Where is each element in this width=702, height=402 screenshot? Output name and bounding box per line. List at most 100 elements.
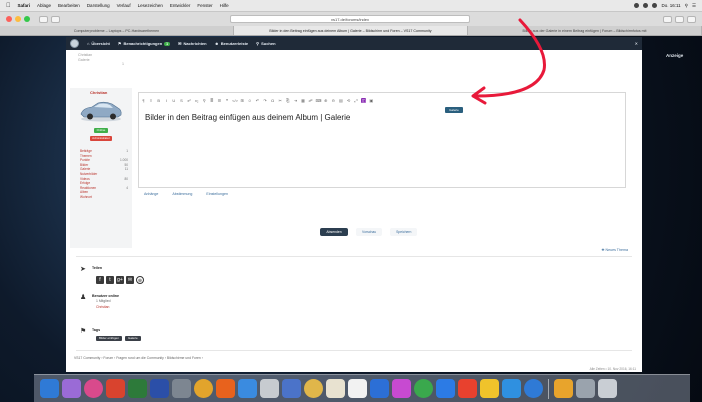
editor-tool-button[interactable]: ▤ (338, 98, 343, 103)
editor-tool-button[interactable]: ≡ (149, 98, 154, 103)
editor-tool-button[interactable]: U (171, 98, 176, 103)
dock-app-icon[interactable] (282, 379, 301, 398)
wifi-icon[interactable] (643, 3, 649, 8)
editor-tool-button[interactable]: ↷ (263, 98, 268, 103)
nav-userbar[interactable]: ☻ Benutzerleiste (215, 41, 249, 46)
dock-app-icon[interactable] (598, 379, 617, 398)
google-plus-icon[interactable]: g+ (116, 276, 124, 284)
dock-app-icon[interactable] (304, 379, 323, 398)
nav-notifications[interactable]: ⚑ Benachrichtigungen 1 (118, 41, 171, 46)
back-button[interactable] (39, 15, 48, 23)
tab-attachments[interactable]: Anhänge (144, 192, 158, 196)
dock-app-icon[interactable] (172, 379, 191, 398)
editor-tool-button[interactable]: ▦ (300, 98, 305, 103)
dock-app-icon[interactable] (62, 379, 81, 398)
browser-tab-active[interactable]: Bilder in den Beitrag einfügen aus deine… (234, 26, 468, 35)
dock-app-icon[interactable] (40, 379, 59, 398)
dock-app-icon[interactable] (326, 379, 345, 398)
editor-tool-button[interactable]: ☍ (308, 98, 313, 103)
facebook-icon[interactable]: f (96, 276, 104, 284)
dock-app-icon[interactable] (238, 379, 257, 398)
gallery-insert-button[interactable]: ◫ (361, 97, 367, 103)
tab-settings[interactable]: Einstellungen (206, 192, 228, 196)
dock-app-icon[interactable] (414, 379, 433, 398)
nav-overview[interactable]: ⌂ Übersicht (87, 41, 110, 46)
editor-tool-button[interactable]: ☰ (217, 98, 222, 103)
stat-label[interactable]: Wohnort (80, 195, 92, 200)
dock-app-icon[interactable] (216, 379, 235, 398)
editor-tool-button[interactable]: ⊞ (240, 98, 245, 103)
menu-item-entwickler[interactable]: Entwickler (170, 3, 191, 8)
editor-tool-button[interactable]: x² (187, 98, 192, 103)
dock-app-icon[interactable] (128, 379, 147, 398)
dock-app-icon[interactable] (84, 379, 103, 398)
dock-app-icon[interactable] (480, 379, 499, 398)
window-minimize-button[interactable] (15, 16, 21, 22)
window-zoom-button[interactable] (24, 16, 30, 22)
avatar[interactable] (78, 97, 124, 122)
tabs-overview-button[interactable] (675, 15, 684, 23)
new-topic-link[interactable]: ✚ Neues Thema (601, 248, 628, 252)
dock-app-icon[interactable] (436, 379, 455, 398)
site-logo[interactable] (70, 39, 79, 48)
dock-app-icon[interactable] (106, 379, 125, 398)
apple-icon[interactable]:  (6, 3, 11, 9)
editor-content[interactable]: Bilder in den Beitrag einfügen aus deine… (145, 113, 350, 122)
menu-item-hilfe[interactable]: Hilfe (220, 3, 229, 8)
editor-tool-button[interactable]: x₂ (194, 98, 199, 103)
dock-app-icon[interactable] (348, 379, 367, 398)
dock-app-icon[interactable] (524, 379, 543, 398)
forward-button[interactable] (51, 15, 60, 23)
editor-tool-button[interactable]: ❝ (225, 98, 230, 103)
editor-tool-button[interactable]: S (179, 98, 184, 103)
editor-tool-button[interactable]: ⇥ (293, 98, 298, 103)
share-button[interactable] (663, 15, 672, 23)
tab-poll[interactable]: Abstimmung (172, 192, 192, 196)
twitter-icon[interactable]: t (106, 276, 114, 284)
editor-tool-button[interactable]: ⤢ (354, 98, 359, 103)
editor-tool-button[interactable]: ⟲ (346, 98, 351, 103)
editor-tool-button[interactable]: ☺ (247, 98, 252, 103)
dock-app-icon[interactable] (260, 379, 279, 398)
menu-item-verlauf[interactable]: Verlauf (117, 3, 131, 8)
dock-app-icon[interactable] (502, 379, 521, 398)
menu-item-darstellung[interactable]: Darstellung (87, 3, 110, 8)
menu-clock[interactable]: Do. 16:11 (661, 3, 680, 8)
menu-item-bearbeiten[interactable]: Bearbeiten (58, 3, 80, 8)
reader-name[interactable]: Christian (96, 305, 109, 309)
breadcrumb[interactable]: VS17 Community › Forum › Fragen rund um … (74, 356, 203, 360)
author-name[interactable]: Christian (90, 90, 107, 95)
editor-tool-button[interactable]: ⌨ (316, 98, 322, 103)
dock-app-icon[interactable] (576, 379, 595, 398)
editor-tool-button[interactable]: ⚲ (202, 98, 207, 103)
editor-tool-button[interactable]: ↶ (255, 98, 260, 103)
editor-tool-button[interactable]: ⎘ (285, 98, 290, 103)
editor-tool-button[interactable]: ⊖ (331, 98, 336, 103)
more-share-icon[interactable]: ⊕ (136, 276, 144, 284)
dock-app-icon[interactable] (554, 379, 573, 398)
save-button[interactable]: Speichern (390, 228, 418, 236)
nav-search[interactable]: ⚲ Suchen (256, 41, 275, 46)
menu-item-fenster[interactable]: Fenster (197, 3, 212, 8)
editor-tool-button[interactable]: ✂ (278, 98, 283, 103)
submit-button[interactable]: Absenden (320, 228, 348, 236)
battery-icon[interactable] (652, 3, 658, 8)
status-icon[interactable] (634, 3, 640, 8)
dock-app-icon[interactable] (458, 379, 477, 398)
notification-icon[interactable]: ☰ (692, 3, 696, 9)
menu-item-lesezeichen[interactable]: Lesezeichen (138, 3, 163, 8)
menu-app-name[interactable]: Safari (18, 3, 31, 8)
editor-tool-button[interactable]: B (156, 98, 161, 103)
new-tab-button[interactable] (687, 15, 696, 23)
mail-icon[interactable]: ✉ (126, 276, 134, 284)
browser-tab[interactable]: Computerprobleme – Laptops – PC-Hardware… (0, 26, 234, 35)
editor-tool-button[interactable]: Ω (270, 98, 275, 103)
dock-app-icon[interactable] (194, 379, 213, 398)
close-icon[interactable]: ✕ (635, 41, 638, 46)
browser-tab[interactable]: Bilder aus der Galerie in einem Beitrag … (468, 26, 702, 35)
tag[interactable]: Bilder einfügen (96, 336, 123, 341)
editor-tool-button[interactable]: </> (232, 98, 238, 103)
dock-app-icon[interactable] (150, 379, 169, 398)
editor-tool-button[interactable]: ▣ (369, 98, 374, 103)
window-close-button[interactable] (6, 16, 12, 22)
